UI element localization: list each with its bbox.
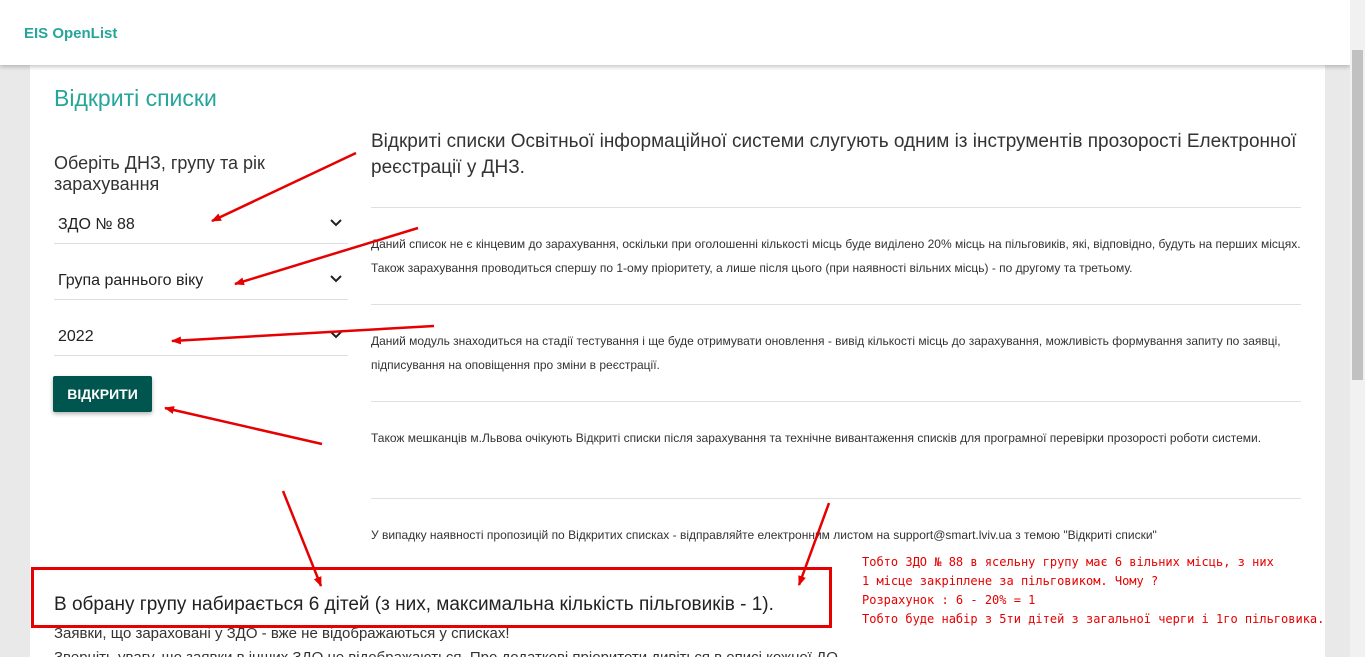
info-paragraph-2: Даний модуль знаходиться на стадії тесту… bbox=[371, 334, 1281, 372]
kindergarten-select-value: ЗДО № 88 bbox=[58, 216, 135, 233]
chevron-down-icon bbox=[330, 219, 342, 227]
divider bbox=[371, 304, 1301, 305]
divider bbox=[371, 401, 1301, 402]
annotation-line-4: Тобто буде набір з 5ти дітей з загальної… bbox=[862, 612, 1325, 626]
brand-logo-link[interactable]: EIS OpenList bbox=[24, 25, 117, 42]
chevron-down-icon bbox=[330, 331, 342, 339]
group-summary-text: В обрану групу набирається 6 дітей (з ни… bbox=[54, 594, 774, 615]
annotation-line-2: 1 місце закріплене за пільговиком. Чому … bbox=[862, 574, 1159, 588]
page-scrollbar[interactable] bbox=[1350, 0, 1365, 657]
intro-text: Відкриті списки Освітньої інформаційної … bbox=[371, 131, 1297, 178]
group-select-value: Група раннього віку bbox=[58, 272, 204, 289]
divider bbox=[371, 207, 1301, 208]
other-kindergartens-notice-text: Зверніть увагу, що заявки в інших ЗДО не… bbox=[54, 649, 838, 657]
highlight-box: В обрану групу набирається 6 дітей (з ни… bbox=[31, 567, 832, 628]
open-button[interactable]: ВІДКРИТИ bbox=[53, 376, 152, 412]
info-paragraph-3: Також мешканців м.Львова очікують Відкри… bbox=[371, 431, 1262, 445]
year-select-value: 2022 bbox=[58, 328, 94, 345]
year-select[interactable]: 2022 bbox=[54, 320, 348, 356]
page-title: Відкриті списки bbox=[54, 85, 217, 111]
info-paragraph-4: У випадку наявності пропозицій по Відкри… bbox=[371, 528, 1157, 542]
top-navbar: EIS OpenList bbox=[0, 0, 1350, 65]
info-paragraph-1: Даний список не є кінцевим до зарахуванн… bbox=[371, 237, 1301, 275]
annotation-line-3: Розрахунок : 6 - 20% = 1 bbox=[862, 593, 1036, 607]
other-kindergartens-notice: Зверніть увагу, що заявки в інших ЗДО не… bbox=[54, 648, 838, 657]
divider bbox=[371, 498, 1301, 499]
scrollbar-thumb[interactable] bbox=[1352, 50, 1363, 380]
select-heading: Оберіть ДНЗ, групу та рік зарахування bbox=[54, 153, 265, 194]
chevron-down-icon bbox=[330, 275, 342, 283]
kindergarten-select[interactable]: ЗДО № 88 bbox=[54, 208, 348, 244]
group-select[interactable]: Група раннього віку bbox=[54, 264, 348, 300]
annotation-line-1: Тобто ЗДО № 88 в ясельну групу має 6 віл… bbox=[862, 555, 1274, 569]
